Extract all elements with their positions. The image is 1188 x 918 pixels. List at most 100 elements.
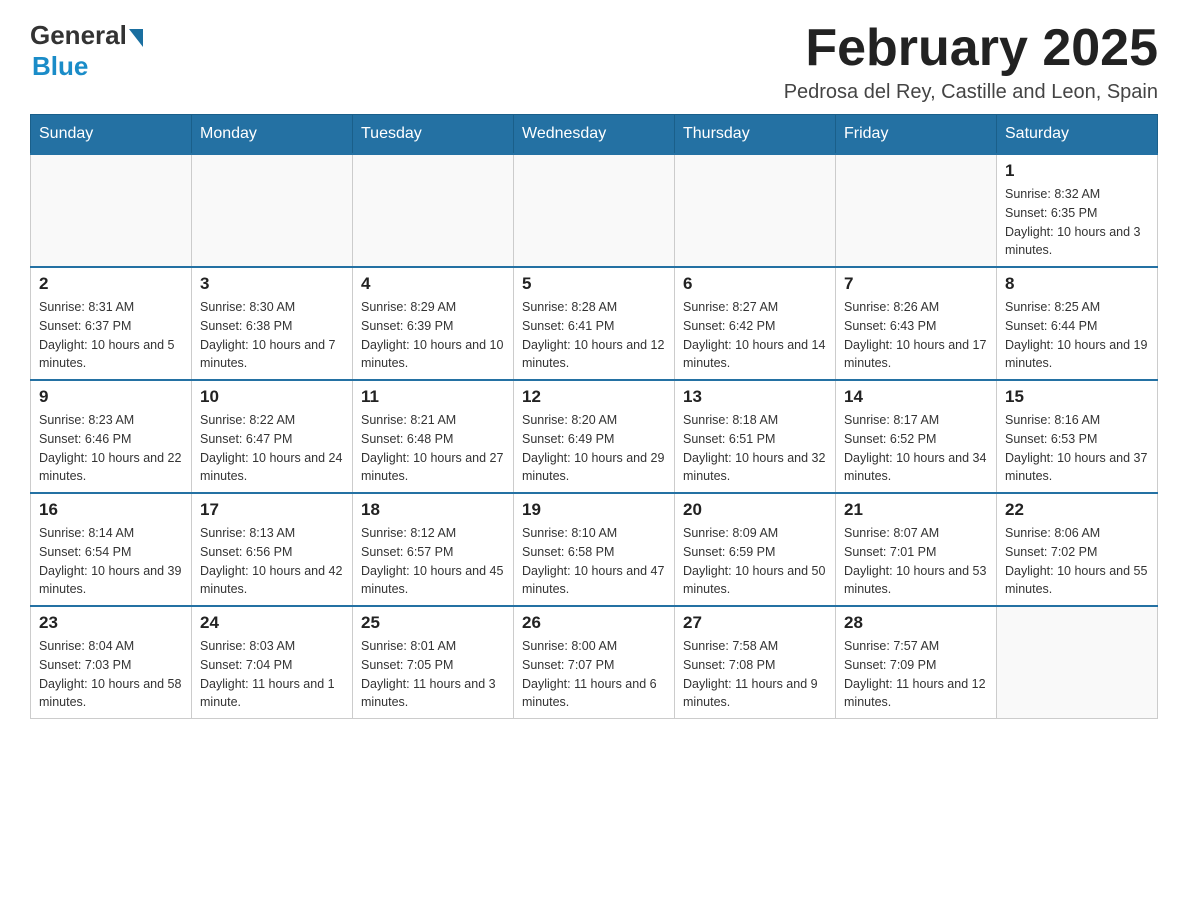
calendar-cell: 27Sunrise: 7:58 AMSunset: 7:08 PMDayligh… [675, 606, 836, 719]
day-number: 5 [522, 274, 666, 294]
header-thursday: Thursday [675, 115, 836, 155]
day-info: Sunrise: 8:06 AMSunset: 7:02 PMDaylight:… [1005, 524, 1149, 599]
calendar-cell: 19 Sunrise: 8:10 AMSunset: 6:58 PMDayligh… [514, 493, 675, 606]
day-number: 13 [683, 387, 827, 407]
day-number: 6 [683, 274, 827, 294]
calendar-cell: 6 Sunrise: 8:27 AMSunset: 6:42 PMDaylight… [675, 267, 836, 380]
day-info: Sunrise: 8:16 AMSunset: 6:53 PMDaylight:… [1005, 411, 1149, 486]
month-title: February 2025 [784, 20, 1158, 77]
day-number: 16 [39, 500, 183, 520]
calendar-cell: 8 Sunrise: 8:25 AMSunset: 6:44 PMDaylight… [997, 267, 1158, 380]
day-info: Sunrise: 8:27 AMSunset: 6:42 PMDaylight:… [683, 298, 827, 373]
calendar-cell: 13 Sunrise: 8:18 AMSunset: 6:51 PMDayligh… [675, 380, 836, 493]
header-monday: Monday [192, 115, 353, 155]
day-number: 7 [844, 274, 988, 294]
calendar-week-4: 16Sunrise: 8:14 AMSunset: 6:54 PMDayligh… [31, 493, 1158, 606]
day-info: Sunrise: 8:03 AMSunset: 7:04 PMDaylight:… [200, 637, 344, 712]
calendar-cell: 3 Sunrise: 8:30 AMSunset: 6:38 PMDaylight… [192, 267, 353, 380]
calendar-cell: 28 Sunrise: 7:57 AMSunset: 7:09 PMDayligh… [836, 606, 997, 719]
day-number: 2 [39, 274, 183, 294]
header-friday: Friday [836, 115, 997, 155]
day-info: Sunrise: 8:22 AMSunset: 6:47 PMDaylight:… [200, 411, 344, 486]
calendar-cell: 20Sunrise: 8:09 AMSunset: 6:59 PMDayligh… [675, 493, 836, 606]
calendar-cell: 7 Sunrise: 8:26 AMSunset: 6:43 PMDaylight… [836, 267, 997, 380]
day-number: 9 [39, 387, 183, 407]
day-number: 19 [522, 500, 666, 520]
day-number: 14 [844, 387, 988, 407]
day-info: Sunrise: 8:26 AMSunset: 6:43 PMDaylight:… [844, 298, 988, 373]
calendar-table: SundayMondayTuesdayWednesdayThursdayFrid… [30, 114, 1158, 719]
day-number: 24 [200, 613, 344, 633]
calendar-cell: 23 Sunrise: 8:04 AMSunset: 7:03 PMDayligh… [31, 606, 192, 719]
header-saturday: Saturday [997, 115, 1158, 155]
calendar-cell: 17 Sunrise: 8:13 AMSunset: 6:56 PMDayligh… [192, 493, 353, 606]
calendar-cell: 25Sunrise: 8:01 AMSunset: 7:05 PMDayligh… [353, 606, 514, 719]
day-info: Sunrise: 8:13 AMSunset: 6:56 PMDaylight:… [200, 524, 344, 599]
day-number: 12 [522, 387, 666, 407]
day-info: Sunrise: 8:09 AMSunset: 6:59 PMDaylight:… [683, 524, 827, 599]
day-number: 26 [522, 613, 666, 633]
calendar-cell [836, 154, 997, 267]
day-info: Sunrise: 7:57 AMSunset: 7:09 PMDaylight:… [844, 637, 988, 712]
day-info: Sunrise: 8:31 AMSunset: 6:37 PMDaylight:… [39, 298, 183, 373]
calendar-cell: 1 Sunrise: 8:32 AMSunset: 6:35 PMDaylight… [997, 154, 1158, 267]
calendar-week-5: 23 Sunrise: 8:04 AMSunset: 7:03 PMDayligh… [31, 606, 1158, 719]
day-info: Sunrise: 8:17 AMSunset: 6:52 PMDaylight:… [844, 411, 988, 486]
day-number: 23 [39, 613, 183, 633]
calendar-cell: 21Sunrise: 8:07 AMSunset: 7:01 PMDayligh… [836, 493, 997, 606]
calendar-cell: 22Sunrise: 8:06 AMSunset: 7:02 PMDayligh… [997, 493, 1158, 606]
calendar-cell [353, 154, 514, 267]
day-info: Sunrise: 8:10 AMSunset: 6:58 PMDaylight:… [522, 524, 666, 599]
day-number: 11 [361, 387, 505, 407]
location-title: Pedrosa del Rey, Castille and Leon, Spai… [784, 81, 1158, 104]
day-info: Sunrise: 8:29 AMSunset: 6:39 PMDaylight:… [361, 298, 505, 373]
day-info: Sunrise: 8:30 AMSunset: 6:38 PMDaylight:… [200, 298, 344, 373]
title-section: February 2025 Pedrosa del Rey, Castille … [784, 20, 1158, 104]
calendar-cell: 10Sunrise: 8:22 AMSunset: 6:47 PMDayligh… [192, 380, 353, 493]
calendar-cell [192, 154, 353, 267]
day-info: Sunrise: 8:01 AMSunset: 7:05 PMDaylight:… [361, 637, 505, 712]
calendar-cell: 24 Sunrise: 8:03 AMSunset: 7:04 PMDayligh… [192, 606, 353, 719]
calendar-cell: 4 Sunrise: 8:29 AMSunset: 6:39 PMDaylight… [353, 267, 514, 380]
day-info: Sunrise: 8:21 AMSunset: 6:48 PMDaylight:… [361, 411, 505, 486]
day-number: 4 [361, 274, 505, 294]
day-info: Sunrise: 8:04 AMSunset: 7:03 PMDaylight:… [39, 637, 183, 712]
calendar-cell: 12Sunrise: 8:20 AMSunset: 6:49 PMDayligh… [514, 380, 675, 493]
calendar-week-3: 9 Sunrise: 8:23 AMSunset: 6:46 PMDaylight… [31, 380, 1158, 493]
calendar-cell: 15 Sunrise: 8:16 AMSunset: 6:53 PMDayligh… [997, 380, 1158, 493]
calendar-cell [997, 606, 1158, 719]
header-wednesday: Wednesday [514, 115, 675, 155]
logo-arrow-icon [129, 29, 143, 47]
day-number: 3 [200, 274, 344, 294]
day-info: Sunrise: 8:25 AMSunset: 6:44 PMDaylight:… [1005, 298, 1149, 373]
logo: General Blue [30, 20, 143, 82]
calendar-header-row: SundayMondayTuesdayWednesdayThursdayFrid… [31, 115, 1158, 155]
day-info: Sunrise: 8:23 AMSunset: 6:46 PMDaylight:… [39, 411, 183, 486]
day-number: 8 [1005, 274, 1149, 294]
day-info: Sunrise: 8:28 AMSunset: 6:41 PMDaylight:… [522, 298, 666, 373]
day-number: 15 [1005, 387, 1149, 407]
day-info: Sunrise: 7:58 AMSunset: 7:08 PMDaylight:… [683, 637, 827, 712]
day-info: Sunrise: 8:32 AMSunset: 6:35 PMDaylight:… [1005, 185, 1149, 260]
header-sunday: Sunday [31, 115, 192, 155]
page-header: General Blue February 2025 Pedrosa del R… [30, 20, 1158, 104]
day-info: Sunrise: 8:12 AMSunset: 6:57 PMDaylight:… [361, 524, 505, 599]
logo-blue-text: Blue [32, 51, 143, 82]
day-number: 1 [1005, 161, 1149, 181]
calendar-cell: 11 Sunrise: 8:21 AMSunset: 6:48 PMDayligh… [353, 380, 514, 493]
day-info: Sunrise: 8:18 AMSunset: 6:51 PMDaylight:… [683, 411, 827, 486]
day-number: 21 [844, 500, 988, 520]
day-number: 18 [361, 500, 505, 520]
calendar-cell [514, 154, 675, 267]
calendar-cell: 5 Sunrise: 8:28 AMSunset: 6:41 PMDaylight… [514, 267, 675, 380]
calendar-week-1: 1 Sunrise: 8:32 AMSunset: 6:35 PMDaylight… [31, 154, 1158, 267]
day-number: 17 [200, 500, 344, 520]
logo-general-text: General [30, 20, 127, 51]
day-info: Sunrise: 8:00 AMSunset: 7:07 PMDaylight:… [522, 637, 666, 712]
day-number: 28 [844, 613, 988, 633]
calendar-cell: 2 Sunrise: 8:31 AMSunset: 6:37 PMDaylight… [31, 267, 192, 380]
header-tuesday: Tuesday [353, 115, 514, 155]
calendar-cell: 14 Sunrise: 8:17 AMSunset: 6:52 PMDayligh… [836, 380, 997, 493]
calendar-cell: 9 Sunrise: 8:23 AMSunset: 6:46 PMDaylight… [31, 380, 192, 493]
calendar-cell [31, 154, 192, 267]
